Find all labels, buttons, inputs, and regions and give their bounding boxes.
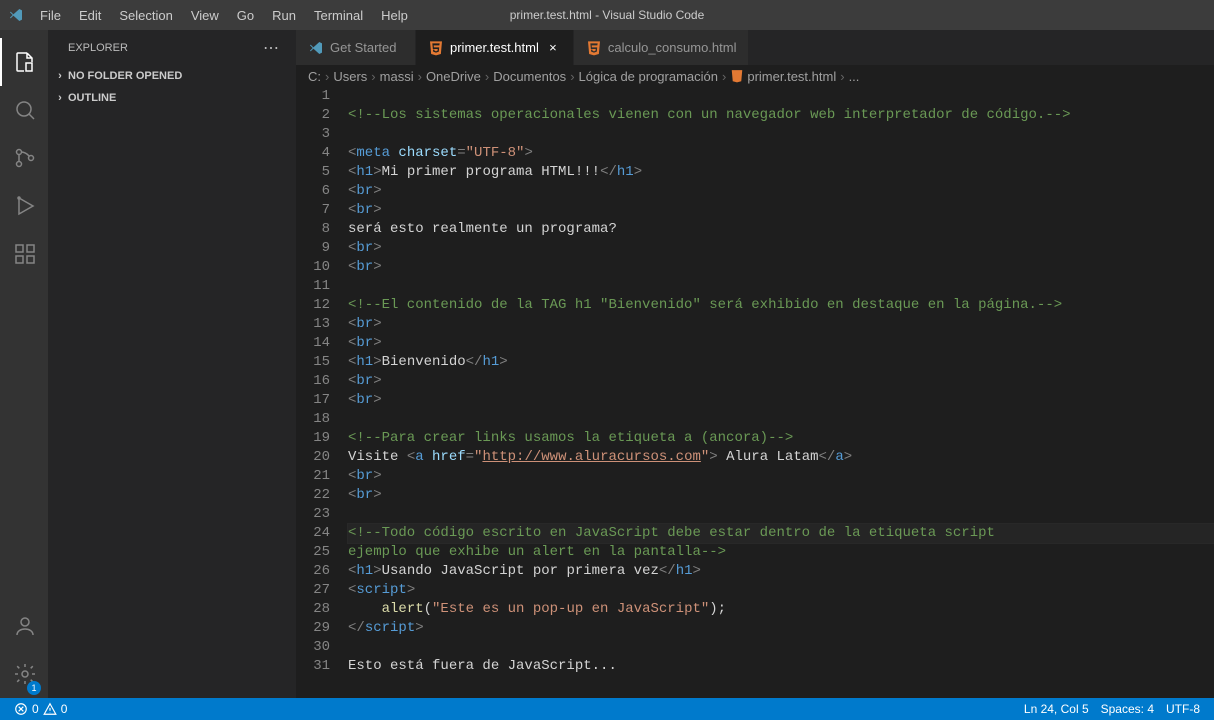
chevron-right-icon: › bbox=[52, 90, 68, 106]
code-line[interactable]: <meta charset="UTF-8"> bbox=[348, 144, 1214, 163]
menu-terminal[interactable]: Terminal bbox=[306, 4, 371, 27]
code-line[interactable]: <br> bbox=[348, 239, 1214, 258]
code-line[interactable] bbox=[348, 638, 1214, 657]
code-line[interactable]: <br> bbox=[348, 391, 1214, 410]
menu-edit[interactable]: Edit bbox=[71, 4, 109, 27]
menu-bar: FileEditSelectionViewGoRunTerminalHelp bbox=[32, 4, 416, 27]
code-content[interactable]: <!--Los sistemas operacionales vienen co… bbox=[348, 87, 1214, 698]
code-line[interactable]: alert("Este es un pop-up en JavaScript")… bbox=[348, 600, 1214, 619]
status-encoding[interactable]: UTF-8 bbox=[1160, 698, 1206, 720]
code-line[interactable]: <!--Todo código escrito en JavaScript de… bbox=[348, 524, 1214, 543]
title-bar: FileEditSelectionViewGoRunTerminalHelp p… bbox=[0, 0, 1214, 30]
line-gutter: 1234567891011121314151617181920212223242… bbox=[296, 87, 348, 698]
error-count: 0 bbox=[32, 702, 39, 716]
code-line[interactable]: <br> bbox=[348, 467, 1214, 486]
editor-tabs: Get Started primer.test.html × calculo_cons… bbox=[296, 30, 1214, 65]
tab-label: Get Started bbox=[330, 40, 396, 55]
menu-view[interactable]: View bbox=[183, 4, 227, 27]
menu-file[interactable]: File bbox=[32, 4, 69, 27]
code-line[interactable] bbox=[348, 277, 1214, 296]
code-line[interactable]: será esto realmente un programa? bbox=[348, 220, 1214, 239]
code-line[interactable] bbox=[348, 505, 1214, 524]
status-errors[interactable]: 0 0 bbox=[8, 698, 73, 720]
tab-calculo_consumo-html[interactable]: calculo_consumo.html bbox=[574, 30, 750, 65]
code-line[interactable]: <br> bbox=[348, 486, 1214, 505]
sidebar-header: EXPLORER ⋯ bbox=[48, 30, 296, 65]
settings-gear-icon[interactable]: 1 bbox=[0, 650, 48, 698]
breadcrumb-segment[interactable]: Documentos bbox=[493, 69, 566, 84]
explorer-icon[interactable] bbox=[0, 38, 48, 86]
chevron-right-icon: › bbox=[840, 69, 844, 84]
breadcrumb-segment[interactable]: ... bbox=[849, 69, 860, 84]
code-line[interactable] bbox=[348, 87, 1214, 106]
more-actions-icon[interactable]: ⋯ bbox=[263, 38, 280, 58]
code-line[interactable]: <!--El contenido de la TAG h1 "Bienvenid… bbox=[348, 296, 1214, 315]
code-line[interactable]: <br> bbox=[348, 315, 1214, 334]
accounts-icon[interactable] bbox=[0, 602, 48, 650]
menu-selection[interactable]: Selection bbox=[111, 4, 180, 27]
code-line[interactable]: <h1>Usando JavaScript por primera vez</h… bbox=[348, 562, 1214, 581]
html-file-icon bbox=[428, 40, 444, 56]
menu-help[interactable]: Help bbox=[373, 4, 416, 27]
chevron-right-icon: › bbox=[418, 69, 422, 84]
chevron-right-icon: › bbox=[485, 69, 489, 84]
menu-run[interactable]: Run bbox=[264, 4, 304, 27]
status-spaces[interactable]: Spaces: 4 bbox=[1095, 698, 1160, 720]
code-line[interactable]: <br> bbox=[348, 372, 1214, 391]
status-lncol[interactable]: Ln 24, Col 5 bbox=[1018, 698, 1095, 720]
breadcrumb-segment[interactable]: OneDrive bbox=[426, 69, 481, 84]
code-line[interactable] bbox=[348, 125, 1214, 144]
status-bar: 0 0 Ln 24, Col 5 Spaces: 4 UTF-8 bbox=[0, 698, 1214, 720]
tab-get-started[interactable]: Get Started bbox=[296, 30, 416, 65]
window-title: primer.test.html - Visual Studio Code bbox=[510, 8, 705, 22]
code-line[interactable]: Visite <a href="http://www.aluracursos.c… bbox=[348, 448, 1214, 467]
chevron-right-icon: › bbox=[722, 69, 726, 84]
sidebar: EXPLORER ⋯ ›NO FOLDER OPENED›OUTLINE bbox=[48, 30, 296, 698]
editor-area: Get Started primer.test.html × calculo_cons… bbox=[296, 30, 1214, 698]
code-line[interactable]: <br> bbox=[348, 201, 1214, 220]
code-line[interactable]: ejemplo que exhibe un alert en la pantal… bbox=[348, 543, 1214, 562]
section-no-folder-opened[interactable]: ›NO FOLDER OPENED bbox=[48, 65, 296, 87]
chevron-right-icon: › bbox=[52, 68, 68, 84]
sidebar-title: EXPLORER bbox=[68, 42, 128, 54]
code-line[interactable]: <!--Para crear links usamos la etiqueta … bbox=[348, 429, 1214, 448]
code-line[interactable]: </script> bbox=[348, 619, 1214, 638]
tab-label: primer.test.html bbox=[450, 40, 539, 55]
vscode-file-icon bbox=[308, 40, 324, 56]
warning-count: 0 bbox=[61, 702, 68, 716]
code-line[interactable]: <!--Los sistemas operacionales vienen co… bbox=[348, 106, 1214, 125]
activity-bar: 1 bbox=[0, 30, 48, 698]
code-line[interactable]: Esto está fuera de JavaScript... bbox=[348, 657, 1214, 676]
code-line[interactable] bbox=[348, 410, 1214, 429]
html-file-icon bbox=[586, 40, 602, 56]
breadcrumb-segment[interactable]: Users bbox=[333, 69, 367, 84]
extensions-icon[interactable] bbox=[0, 230, 48, 278]
chevron-right-icon: › bbox=[570, 69, 574, 84]
settings-badge: 1 bbox=[27, 681, 41, 695]
chevron-right-icon: › bbox=[371, 69, 375, 84]
menu-go[interactable]: Go bbox=[229, 4, 262, 27]
code-editor[interactable]: 1234567891011121314151617181920212223242… bbox=[296, 87, 1214, 698]
tab-primer-test-html[interactable]: primer.test.html × bbox=[416, 30, 574, 65]
close-icon[interactable]: × bbox=[545, 40, 561, 56]
tab-label: calculo_consumo.html bbox=[608, 40, 737, 55]
breadcrumb-segment[interactable]: primer.test.html bbox=[730, 69, 836, 84]
code-line[interactable]: <script> bbox=[348, 581, 1214, 600]
source-control-icon[interactable] bbox=[0, 134, 48, 182]
breadcrumb-segment[interactable]: C: bbox=[308, 69, 321, 84]
code-line[interactable]: <br> bbox=[348, 258, 1214, 277]
chevron-right-icon: › bbox=[325, 69, 329, 84]
code-line[interactable]: <h1>Bienvenido</h1> bbox=[348, 353, 1214, 372]
breadcrumb[interactable]: C: › Users › massi › OneDrive › Documentos › Lógic… bbox=[296, 65, 1214, 87]
section-outline[interactable]: ›OUTLINE bbox=[48, 87, 296, 109]
code-line[interactable]: <h1>Mi primer programa HTML!!!</h1> bbox=[348, 163, 1214, 182]
search-icon[interactable] bbox=[0, 86, 48, 134]
run-debug-icon[interactable] bbox=[0, 182, 48, 230]
vscode-logo-icon bbox=[8, 7, 24, 23]
breadcrumb-segment[interactable]: Lógica de programación bbox=[579, 69, 718, 84]
breadcrumb-segment[interactable]: massi bbox=[380, 69, 414, 84]
code-line[interactable]: <br> bbox=[348, 334, 1214, 353]
code-line[interactable]: <br> bbox=[348, 182, 1214, 201]
